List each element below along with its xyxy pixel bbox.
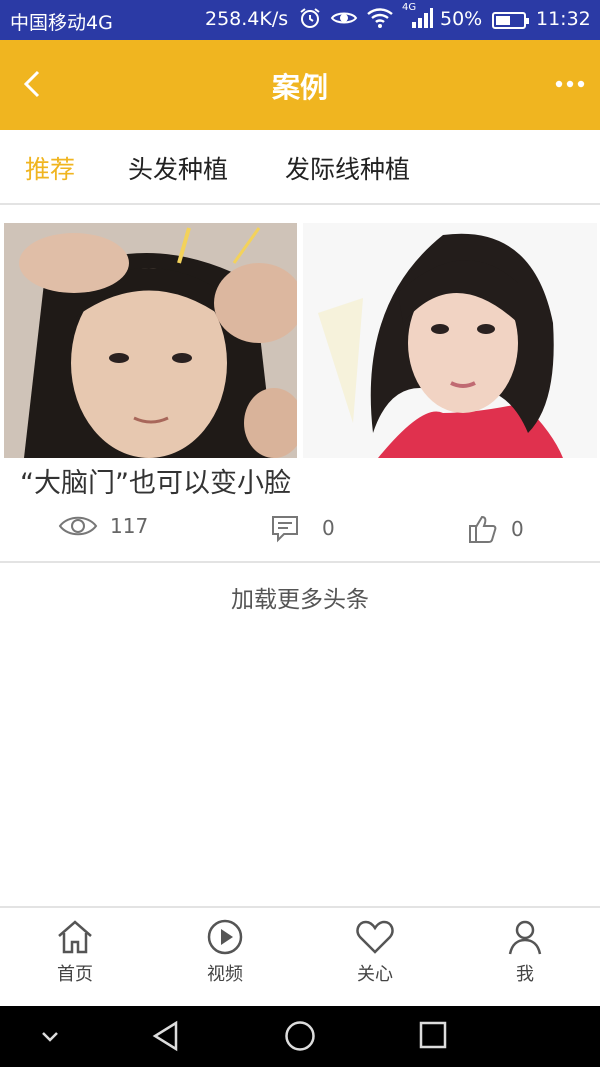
before-photo[interactable]	[4, 223, 297, 458]
nav-video-label: 视频	[207, 964, 243, 985]
comments-stat[interactable]: 0	[270, 513, 335, 543]
alarm-icon	[300, 8, 320, 28]
likes-count: 0	[511, 517, 524, 541]
system-nav-bar	[0, 1006, 600, 1067]
nav-home[interactable]: 首页	[25, 918, 125, 986]
comment-icon	[272, 516, 298, 543]
after-photo[interactable]	[303, 223, 597, 458]
more-button[interactable]	[552, 72, 588, 96]
status-bar: 中国移动4G 258.4K/s 4G 50% 11:32	[0, 0, 600, 40]
after-photo-illustration	[303, 223, 597, 458]
nav-care-label: 关心	[357, 964, 393, 985]
tab-hairline-transplant[interactable]: 发际线种植	[285, 150, 410, 186]
page-title: 案例	[271, 71, 328, 104]
nav-care[interactable]: 关心	[325, 918, 425, 986]
home-circle-icon[interactable]	[284, 1020, 316, 1052]
user-icon	[508, 920, 542, 955]
views-stat: 117	[58, 513, 148, 539]
load-more-button[interactable]: 加载更多头条	[0, 580, 600, 614]
nav-me[interactable]: 我	[475, 918, 575, 986]
tab-hair-transplant[interactable]: 头发种植	[128, 150, 228, 186]
heart-icon	[356, 920, 394, 954]
nav-video[interactable]: 视频	[175, 918, 275, 986]
battery-level	[496, 16, 510, 25]
app-bar: 案例	[0, 40, 600, 130]
bottom-nav: 首页 视频 关心 我	[0, 906, 600, 1006]
network-speed: 258.4K/s	[205, 8, 289, 30]
battery-percent: 50%	[440, 8, 483, 30]
home-icon	[58, 920, 92, 954]
more-dots-icon	[555, 80, 585, 88]
battery-icon	[492, 12, 529, 29]
category-tabs: 推荐 头发种植 发际线种植	[0, 130, 600, 205]
nav-home-label: 首页	[57, 964, 93, 985]
views-count: 117	[110, 514, 149, 538]
status-icons: 4G	[298, 2, 434, 30]
eye-comfort-icon	[330, 12, 358, 24]
recents-square-icon[interactable]	[418, 1020, 448, 1050]
collapse-icon[interactable]	[40, 1030, 60, 1044]
thumbs-up-icon	[469, 515, 497, 543]
back-triangle-icon[interactable]	[150, 1020, 182, 1052]
comments-count: 0	[322, 516, 335, 540]
case-title[interactable]: “大脑门”也可以变小脸	[20, 461, 291, 500]
play-icon	[207, 919, 243, 955]
carrier-label: 中国移动4G	[10, 12, 113, 34]
tab-recommended[interactable]: 推荐	[25, 150, 75, 186]
likes-stat[interactable]: 0	[467, 513, 524, 545]
wifi-icon	[367, 8, 393, 28]
case-card[interactable]: “大脑门”也可以变小脸 117 0 0	[0, 205, 600, 563]
nav-me-label: 我	[516, 964, 534, 985]
before-photo-illustration	[4, 223, 297, 458]
signal-icon	[412, 8, 433, 28]
eye-icon	[58, 516, 98, 536]
clock: 11:32	[536, 8, 591, 30]
